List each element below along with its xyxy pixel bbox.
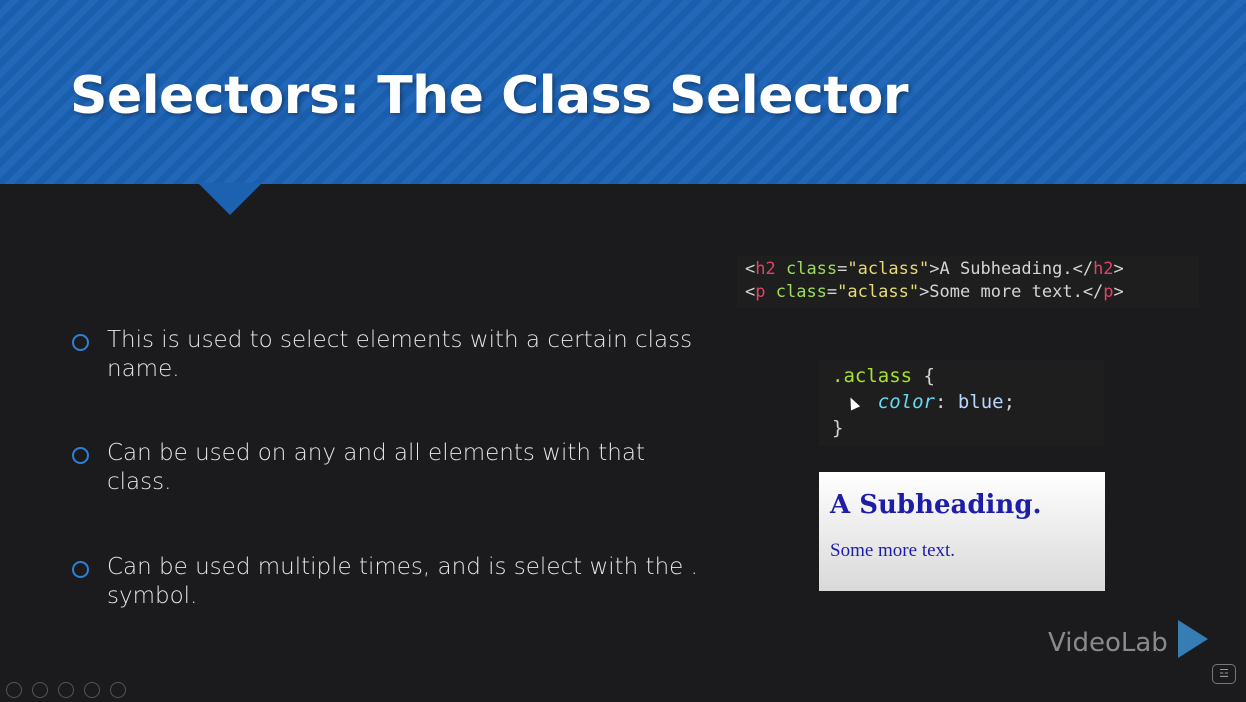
css-value: blue (957, 391, 1004, 413)
code-token: = (826, 282, 838, 302)
code-line: <p class="aclass">Some more text.</p> (745, 281, 1199, 304)
code-token: } (832, 417, 844, 439)
code-tag: p (755, 282, 766, 302)
header-notch (198, 183, 262, 215)
code-text: >A Subheading.</ (929, 259, 1094, 279)
code-line: } (832, 415, 1104, 441)
circle-bullet-icon (72, 561, 89, 578)
code-line: <h2 class="aclass">A Subheading.</h2> (745, 258, 1199, 281)
css-code-snippet: .aclass { color: blue; } (819, 360, 1104, 446)
css-property: color (877, 391, 935, 413)
code-string: "aclass" (837, 282, 920, 302)
edit-control-icon[interactable] (32, 682, 48, 698)
code-tag: p (1103, 282, 1114, 302)
fcc-icon[interactable]: ☲ (1212, 664, 1236, 684)
code-string: "aclass" (847, 259, 930, 279)
bullet-text: Can be used on any and all elements with… (107, 440, 645, 495)
code-token: < (745, 282, 756, 302)
grid-control-icon[interactable] (58, 682, 74, 698)
css-selector: .aclass (832, 365, 913, 387)
more-control-icon[interactable] (110, 682, 126, 698)
slide-title: Selectors: The Class Selector (70, 66, 909, 126)
code-line: .aclass { (832, 363, 1104, 389)
code-line: color: blue; (832, 389, 1104, 415)
code-token: { (912, 365, 935, 387)
play-control-icon[interactable] (6, 682, 22, 698)
play-icon (1178, 620, 1208, 658)
code-tag: h2 (1093, 259, 1114, 279)
rendered-preview: A Subheading. Some more text. (819, 472, 1105, 591)
code-token: = (837, 259, 848, 279)
code-token: ; (1003, 391, 1016, 413)
circle-bullet-icon (72, 447, 89, 464)
logo-text: VideoLab (1048, 628, 1168, 658)
player-controls (6, 682, 136, 698)
videolab-logo: VideoLab (1048, 620, 1218, 668)
code-attr: class (765, 282, 827, 302)
code-token: > (1113, 259, 1124, 279)
preview-paragraph: Some more text. (830, 540, 956, 561)
html-code-snippet: <h2 class="aclass">A Subheading.</h2> <p… (737, 256, 1199, 308)
preview-heading: A Subheading. (830, 490, 1042, 520)
bullet-text: This is used to select elements with a c… (107, 327, 693, 382)
bullet-text: Can be used multiple times, and is selec… (107, 554, 698, 609)
code-token: < (745, 259, 756, 279)
code-token: : (934, 391, 958, 413)
code-text: >Some more text.</ (919, 282, 1104, 302)
code-token: > (1113, 282, 1124, 302)
code-tag: h2 (755, 259, 776, 279)
circle-bullet-icon (72, 334, 89, 351)
code-attr: class (775, 259, 838, 279)
zoom-control-icon[interactable] (84, 682, 100, 698)
